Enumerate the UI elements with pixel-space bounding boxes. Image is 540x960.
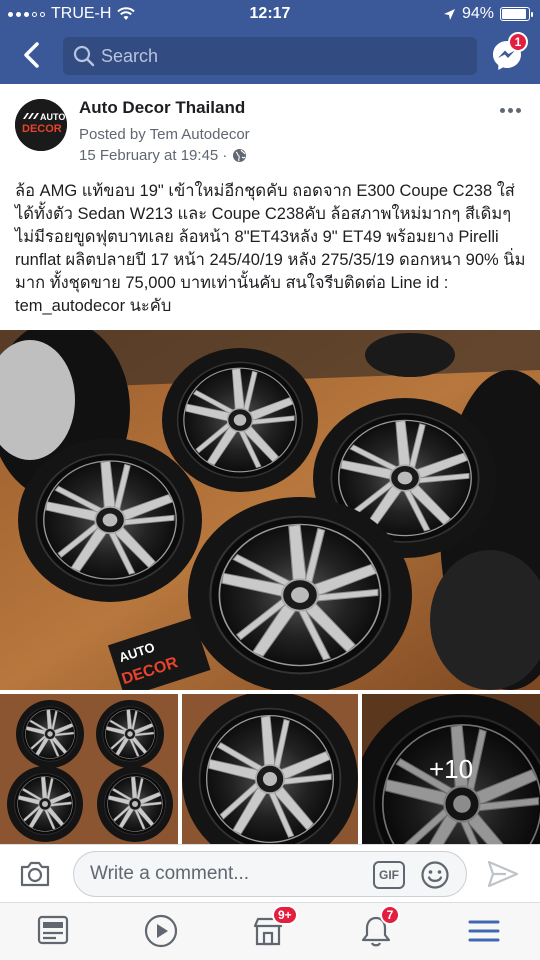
emoji-button[interactable]	[420, 860, 450, 890]
post-photo-main[interactable]: AUTO DECOR	[0, 330, 540, 690]
comment-input[interactable]	[90, 863, 360, 885]
battery-percent: 94%	[461, 5, 494, 22]
globe-icon	[233, 149, 247, 162]
tab-marketplace[interactable]: 9+	[250, 905, 298, 949]
wheels-photo: AUTO DECOR	[0, 330, 540, 690]
tab-watch[interactable]	[143, 913, 179, 949]
location-arrow-icon	[443, 8, 455, 20]
back-button[interactable]	[16, 40, 46, 70]
post-photo-thumb-3[interactable]: +10	[362, 694, 540, 844]
camera-icon	[20, 861, 50, 887]
wheel-closeup-photo	[182, 694, 358, 844]
tab-menu[interactable]	[466, 913, 502, 949]
post-time-text: 15 February at 19:45 ·	[79, 147, 228, 164]
post-photo-thumb-2[interactable]	[182, 694, 358, 844]
status-bar: TRUE-H 12:17 94%	[0, 0, 540, 28]
camera-button[interactable]	[18, 859, 52, 889]
tab-notifications[interactable]: 7	[358, 905, 400, 949]
post-text: ล้อ AMG แท้ขอบ 19" เข้าใหม่อีกชุดคับ ถอด…	[15, 182, 526, 315]
emoji-icon	[421, 861, 449, 889]
menu-icon	[468, 920, 500, 942]
bottom-tab-bar: 9+ 7	[0, 902, 540, 960]
news-feed-icon	[37, 915, 69, 945]
auto-decor-logo: AUTO DECOR	[15, 99, 67, 151]
search-icon	[73, 45, 95, 67]
more-options-button[interactable]	[500, 104, 528, 116]
messenger-button[interactable]: 1	[490, 32, 528, 74]
notifications-badge: 7	[380, 905, 400, 925]
posted-by: Posted by Tem Autodecor	[79, 126, 250, 143]
comment-bar: GIF	[0, 844, 540, 902]
svg-text:DECOR: DECOR	[22, 123, 62, 135]
search-input[interactable]	[101, 45, 441, 67]
page-avatar[interactable]: AUTO DECOR	[15, 99, 67, 151]
tab-news-feed[interactable]	[36, 913, 72, 949]
more-photos-count: +10	[362, 694, 540, 844]
messenger-badge: 1	[508, 32, 528, 52]
post-author[interactable]: Auto Decor Thailand	[79, 98, 245, 118]
post-timestamp[interactable]: 15 February at 19:45 ·	[79, 147, 247, 164]
more-dots-icon	[500, 107, 505, 113]
chevron-left-icon	[24, 42, 39, 68]
comment-field[interactable]: GIF	[73, 851, 467, 897]
send-button[interactable]	[486, 859, 520, 889]
wheels-photo-thumb	[0, 694, 178, 844]
send-icon	[487, 860, 519, 888]
marketplace-badge: 9+	[272, 905, 298, 925]
post-photo-thumb-1[interactable]	[0, 694, 178, 844]
search-bar[interactable]	[63, 37, 477, 75]
svg-text:AUTO: AUTO	[40, 112, 65, 122]
gif-button[interactable]: GIF	[373, 861, 405, 889]
watch-icon	[144, 914, 178, 948]
top-header: TRUE-H 12:17 94% 1	[0, 0, 540, 84]
battery-icon	[500, 7, 533, 21]
